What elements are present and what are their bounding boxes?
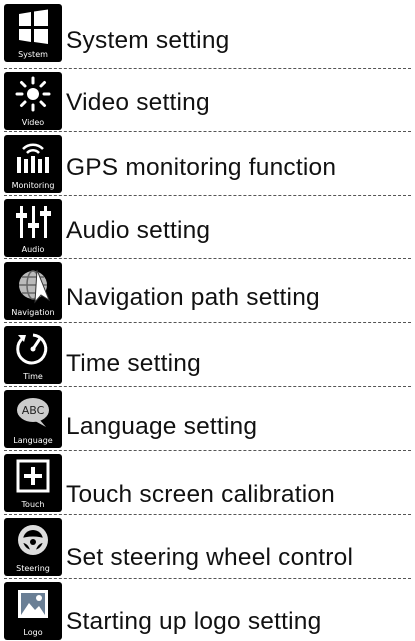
- icon-caption: Touch: [21, 500, 45, 509]
- item-label: Touch screen calibration: [66, 481, 336, 508]
- item-label: Time setting: [66, 350, 201, 377]
- language-icon: ABC Language: [4, 390, 62, 448]
- divider: [4, 322, 411, 323]
- item-label: Starting up logo setting: [66, 608, 322, 635]
- list-item-language[interactable]: ABC Language Language setting: [0, 390, 415, 448]
- touch-icon: Touch: [4, 454, 62, 512]
- list-item-audio[interactable]: Audio Audio setting: [0, 199, 415, 257]
- divider: [4, 68, 411, 69]
- navigation-icon: Navigation: [4, 262, 62, 320]
- icon-caption: Navigation: [11, 308, 55, 317]
- svg-text:ABC: ABC: [22, 404, 45, 417]
- list-item-monitoring[interactable]: Monitoring GPS monitoring function: [0, 135, 415, 193]
- divider: [4, 514, 411, 515]
- divider: [4, 386, 411, 387]
- divider: [4, 450, 411, 451]
- list-item-steering[interactable]: Steering Set steering wheel control: [0, 518, 415, 576]
- icon-caption: Video: [21, 118, 45, 127]
- icon-caption: Language: [13, 436, 53, 445]
- divider: [4, 258, 411, 259]
- icon-caption: Logo: [23, 628, 43, 637]
- list-item-logo[interactable]: Logo Starting up logo setting: [0, 582, 415, 640]
- icon-caption: Time: [23, 372, 43, 381]
- item-label: System setting: [66, 27, 230, 54]
- list-item-touch[interactable]: Touch Touch screen calibration: [0, 454, 415, 512]
- time-icon: Time: [4, 326, 62, 384]
- icon-caption: System: [18, 50, 48, 59]
- item-label: Audio setting: [66, 217, 211, 244]
- list-item-video[interactable]: Video Video setting: [0, 72, 415, 130]
- item-label: GPS monitoring function: [66, 154, 337, 181]
- audio-icon: Audio: [4, 199, 62, 257]
- system-icon: System: [4, 4, 62, 62]
- item-label: Navigation path setting: [66, 284, 320, 311]
- icon-caption: Monitoring: [11, 181, 55, 190]
- logo-icon: Logo: [4, 582, 62, 640]
- divider: [4, 578, 411, 579]
- divider: [4, 131, 411, 132]
- steering-icon: Steering: [4, 518, 62, 576]
- monitoring-icon: Monitoring: [4, 135, 62, 193]
- video-icon: Video: [4, 72, 62, 130]
- item-label: Set steering wheel control: [66, 544, 354, 571]
- list-item-system[interactable]: System System setting: [0, 4, 415, 66]
- list-item-navigation[interactable]: Navigation Navigation path setting: [0, 262, 415, 320]
- divider: [4, 195, 411, 196]
- icon-caption: Audio: [21, 245, 45, 254]
- list-item-time[interactable]: Time Time setting: [0, 326, 415, 384]
- item-label: Video setting: [66, 89, 210, 116]
- icon-caption: Steering: [16, 564, 50, 573]
- item-label: Language setting: [66, 413, 258, 440]
